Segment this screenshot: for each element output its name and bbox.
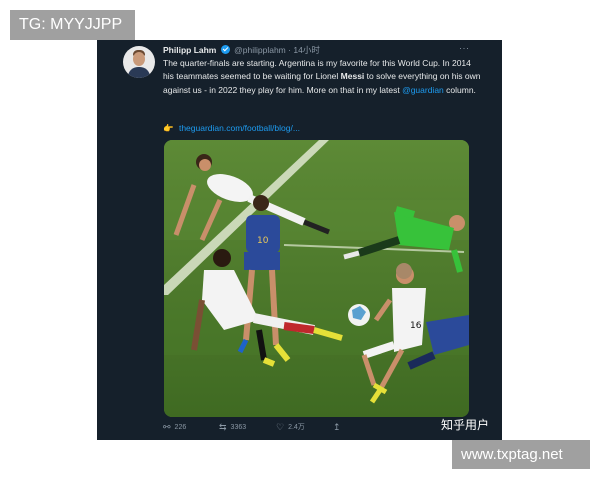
- author-name[interactable]: Philipp Lahm: [163, 45, 216, 55]
- share-icon: ↥: [333, 422, 341, 432]
- reply-count: 226: [174, 424, 187, 431]
- like-button[interactable]: ♡ 2.4万: [276, 421, 305, 434]
- tweet-photo[interactable]: 10 16: [164, 140, 469, 417]
- reply-icon: ⚯: [163, 422, 171, 432]
- tweet-text: The quarter-finals are starting. Argenti…: [163, 57, 481, 97]
- article-link[interactable]: theguardian.com/football/blog/...: [179, 123, 300, 133]
- pointing-hand-icon: 👉: [163, 123, 174, 133]
- retweet-button[interactable]: ⇆ 3363: [219, 421, 246, 434]
- tweet-card[interactable]: Philipp Lahm @philipplahm · 14小时 ··· The…: [97, 40, 502, 440]
- svg-text:16: 16: [410, 321, 422, 331]
- football-match-photo: 10 16: [164, 140, 469, 417]
- tweet-text-bold: Messi: [340, 71, 365, 82]
- avatar[interactable]: [123, 46, 155, 78]
- retweet-icon: ⇆: [219, 422, 227, 432]
- tweet-header: Philipp Lahm @philipplahm · 14小时: [163, 44, 320, 56]
- watermark-top-left: TG: MYYJJPP: [10, 10, 135, 40]
- more-options-icon[interactable]: ···: [459, 43, 470, 53]
- tweet-text-part-3: column.: [443, 84, 476, 95]
- like-count: 2.4万: [288, 424, 305, 431]
- reply-button[interactable]: ⚯ 226: [163, 421, 186, 434]
- zhihu-watermark: 知乎用户: [441, 418, 490, 432]
- page: TG: MYYJJPP Philipp Lahm @philipplahm · …: [0, 0, 600, 480]
- heart-icon: ♡: [276, 422, 285, 432]
- separator-dot: ·: [288, 45, 291, 55]
- watermark-bottom-right: www.txptag.net: [452, 440, 590, 469]
- svg-text:10: 10: [257, 236, 269, 246]
- retweet-count: 3363: [230, 424, 247, 431]
- mention-link[interactable]: @guardian: [402, 85, 444, 95]
- tweet-timestamp[interactable]: 14小时: [293, 45, 319, 55]
- action-bar: ⚯ 226 ⇆ 3363 ♡ 2.4万 ↥: [163, 421, 483, 435]
- author-handle[interactable]: @philipplahm: [234, 45, 286, 55]
- link-row: 👉 theguardian.com/football/blog/...: [163, 122, 300, 135]
- share-button[interactable]: ↥: [333, 421, 345, 434]
- verified-badge-icon: [220, 45, 230, 54]
